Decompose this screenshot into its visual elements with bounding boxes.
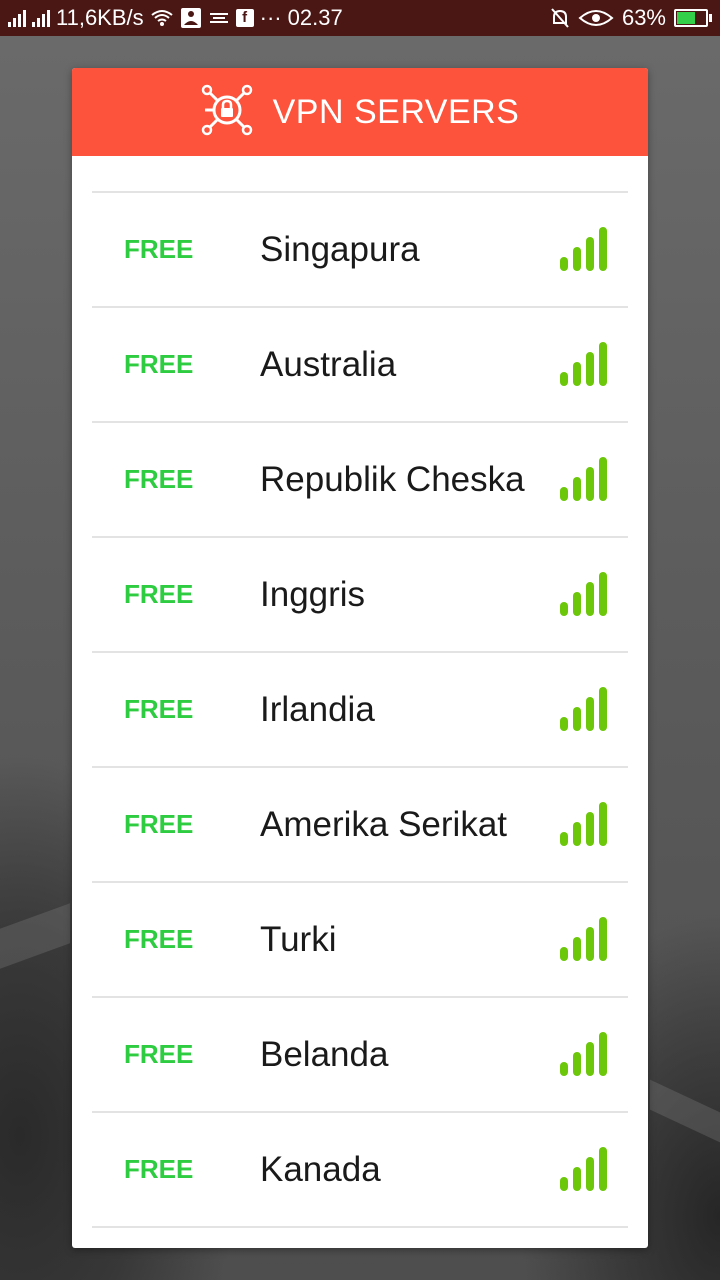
- meditation-app-icon: [180, 7, 202, 29]
- tier-label: FREE: [124, 579, 194, 609]
- mute-icon: [550, 7, 570, 29]
- server-row-irlandia[interactable]: FREE Irlandia: [92, 653, 628, 768]
- vpn-servers-dialog: VPN SERVERS FREE Singapura FREE Australi…: [72, 68, 648, 1248]
- tier-label: FREE: [124, 1039, 194, 1069]
- server-row-turki[interactable]: FREE Turki: [92, 883, 628, 998]
- battery-charging-icon: [674, 9, 712, 27]
- lock-network-icon: [201, 84, 253, 141]
- tier-label: FREE: [124, 464, 194, 494]
- server-row-australia[interactable]: FREE Australia: [92, 308, 628, 423]
- country-name: Australia: [260, 344, 397, 384]
- tier-label: FREE: [124, 349, 194, 379]
- tier-label: FREE: [124, 234, 194, 264]
- network-speed: 11,6KB/s: [56, 5, 144, 30]
- signal-strength-icon: [559, 687, 609, 731]
- more-notifications-indicator: ···: [259, 5, 282, 30]
- background-shard: [0, 903, 70, 969]
- signal-strength-icon: [559, 1147, 609, 1191]
- clock: 02.37: [287, 5, 343, 30]
- dialog-title: VPN SERVERS: [272, 92, 520, 131]
- country-name: Belanda: [260, 1034, 389, 1074]
- server-row-belanda[interactable]: FREE Belanda: [92, 998, 628, 1113]
- country-name: Kanada: [260, 1149, 381, 1189]
- signal-strength-icon: [559, 572, 609, 616]
- signal-strength-icon: [559, 1032, 609, 1076]
- facebook-icon: f: [235, 9, 254, 27]
- battery-percent: 63%: [621, 5, 666, 30]
- server-row-amerika-serikat[interactable]: FREE Amerika Serikat: [92, 768, 628, 883]
- country-name: Singapura: [260, 229, 420, 269]
- server-list: FREE Singapura FREE Australia FREE Repub…: [92, 191, 628, 1228]
- tier-label: FREE: [124, 924, 194, 954]
- zen-icon: [208, 10, 230, 26]
- country-name: Amerika Serikat: [260, 804, 508, 844]
- eye-icon: [578, 8, 614, 28]
- tier-label: FREE: [124, 694, 194, 724]
- signal-icon: [32, 9, 50, 27]
- signal-strength-icon: [559, 227, 609, 271]
- tier-label: FREE: [124, 1154, 194, 1184]
- signal-strength-icon: [559, 917, 609, 961]
- server-row-singapura[interactable]: FREE Singapura: [92, 193, 628, 308]
- signal-strength-icon: [559, 342, 609, 386]
- country-name: Inggris: [260, 574, 366, 614]
- signal-icon: [8, 9, 26, 27]
- server-row-kanada[interactable]: FREE Kanada: [92, 1113, 628, 1228]
- wifi-icon: [150, 8, 174, 28]
- dialog-header: VPN SERVERS: [72, 68, 648, 156]
- tier-label: FREE: [124, 809, 194, 839]
- signal-strength-icon: [559, 457, 609, 501]
- country-name: Republik Cheska: [260, 459, 525, 499]
- server-row-inggris[interactable]: FREE Inggris: [92, 538, 628, 653]
- country-name: Irlandia: [260, 689, 375, 729]
- country-name: Turki: [260, 919, 337, 959]
- status-bar: 11,6KB/s f ··· 02.37 63%: [0, 0, 720, 36]
- server-row-republik-cheska[interactable]: FREE Republik Cheska: [92, 423, 628, 538]
- signal-strength-icon: [559, 802, 609, 846]
- background-shard: [650, 1079, 720, 1143]
